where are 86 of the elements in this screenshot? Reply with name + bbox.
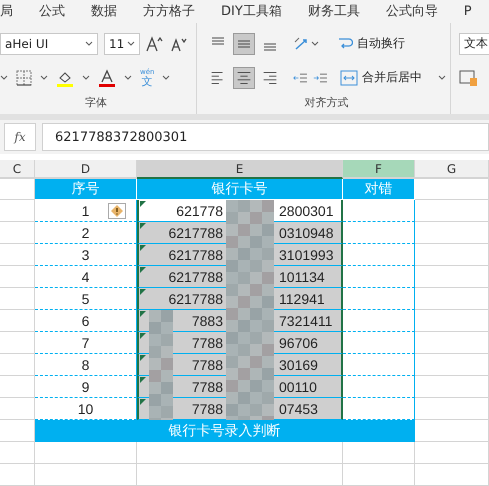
row-number: 6 xyxy=(82,312,90,328)
horizontal-align-button[interactable] xyxy=(233,66,255,89)
card-number-end: 112941 xyxy=(279,290,325,306)
card-number-start: 6217788 xyxy=(167,268,223,284)
table-cell xyxy=(343,244,415,266)
card-number-start: 7788 xyxy=(190,356,223,372)
font-color-icon[interactable] xyxy=(98,68,116,87)
font-size-field[interactable]: 11 xyxy=(104,32,140,55)
group-label: 字体 xyxy=(85,95,107,110)
caret-icon xyxy=(82,75,90,80)
ribbon-tab[interactable]: 数据 xyxy=(91,2,117,20)
align-middle-icon xyxy=(238,40,250,48)
row-number: 1 xyxy=(82,202,90,218)
table-cell xyxy=(343,266,415,288)
function-button[interactable]: fx xyxy=(4,123,36,152)
merge-cells-icon xyxy=(340,70,358,86)
formula-field[interactable]: 6217788372800301 xyxy=(42,123,489,152)
card-number-start: 7788 xyxy=(190,400,223,416)
wrap-text-button[interactable]: 自动换行 xyxy=(337,35,405,52)
row-number: 2 xyxy=(82,224,90,240)
caret-icon xyxy=(124,75,132,80)
card-number-start: 6217788 xyxy=(167,290,223,306)
table-cell xyxy=(343,288,415,310)
card-number-end: 101134 xyxy=(279,268,325,284)
row-number: 8 xyxy=(82,356,90,372)
card-number-start: 6217788 xyxy=(167,246,223,262)
table-header-cell: 对错 xyxy=(343,179,415,200)
caret-icon xyxy=(438,75,446,80)
card-number-start: 621778 xyxy=(175,202,223,218)
warning-icon[interactable] xyxy=(108,203,126,219)
table-cell xyxy=(343,398,415,420)
row-number: 10 xyxy=(78,400,94,416)
orientation-icon[interactable] xyxy=(293,36,319,52)
caret-icon xyxy=(162,75,170,80)
caret-icon xyxy=(0,75,8,80)
column-header[interactable]: E xyxy=(137,160,343,179)
table-cell xyxy=(343,310,415,332)
table-cell xyxy=(343,200,415,222)
table-cell xyxy=(343,354,415,376)
column-header[interactable]: D xyxy=(35,160,137,179)
merged-footer-cell: 银行卡号录入判断 xyxy=(35,420,415,442)
ribbon-tab[interactable]: 方方格子 xyxy=(143,2,195,20)
card-number-start: 6217788 xyxy=(167,224,223,240)
card-number-end: 7321411 xyxy=(279,312,332,328)
ribbon-tab[interactable]: 公式向导 xyxy=(386,2,438,20)
card-number-end: 2800301 xyxy=(279,202,334,218)
group-label: 对齐方式 xyxy=(304,95,348,110)
ribbon-tab[interactable]: 财务工具 xyxy=(308,2,360,20)
row-number: 3 xyxy=(82,246,90,262)
card-number-end: 96706 xyxy=(279,334,318,350)
card-number-end: 00110 xyxy=(279,378,317,394)
card-number-end: 30169 xyxy=(279,356,318,372)
caret-icon xyxy=(40,75,48,80)
caret-icon xyxy=(85,41,93,46)
caret-icon xyxy=(127,41,135,46)
row-number: 7 xyxy=(82,334,90,350)
card-number-end: 07453 xyxy=(279,400,318,416)
ribbon-tab[interactable]: 公式 xyxy=(39,2,65,20)
conditional-format-icon[interactable] xyxy=(459,68,479,87)
card-number-end: 3101993 xyxy=(279,246,334,262)
column-header[interactable]: F xyxy=(343,160,415,179)
column-header[interactable]: G xyxy=(415,160,489,179)
table-header-cell: 银行卡号 xyxy=(137,179,343,200)
row-number: 5 xyxy=(82,290,90,306)
table-cell xyxy=(343,332,415,354)
table-cell xyxy=(343,376,415,398)
font-name-field[interactable]: aHei UI xyxy=(0,32,98,55)
card-number-end: 0310948 xyxy=(279,224,334,240)
card-number-start: 7883 xyxy=(190,312,223,328)
vertical-align-button[interactable] xyxy=(233,32,255,55)
table-header-cell: 序号 xyxy=(35,179,137,200)
card-number-start: 7788 xyxy=(190,378,223,394)
align-bottom-icon xyxy=(264,42,276,51)
card-number-start: 7788 xyxy=(190,334,223,350)
align-top-icon xyxy=(212,36,224,45)
column-header[interactable]: C xyxy=(0,160,35,179)
row-number: 9 xyxy=(82,378,90,394)
merge-center-button[interactable]: 合并后居中 xyxy=(340,69,446,86)
ribbon-tab[interactable]: 局 xyxy=(0,2,13,20)
ribbon-tab[interactable]: DIY工具箱 xyxy=(221,2,282,20)
table-cell xyxy=(343,222,415,244)
increase-font-icon[interactable] xyxy=(146,36,164,52)
ribbon-tab[interactable]: P xyxy=(464,4,472,19)
number-format-field[interactable]: 文本 xyxy=(459,32,489,55)
row-number: 4 xyxy=(82,268,90,284)
borders-icon[interactable] xyxy=(16,70,32,86)
